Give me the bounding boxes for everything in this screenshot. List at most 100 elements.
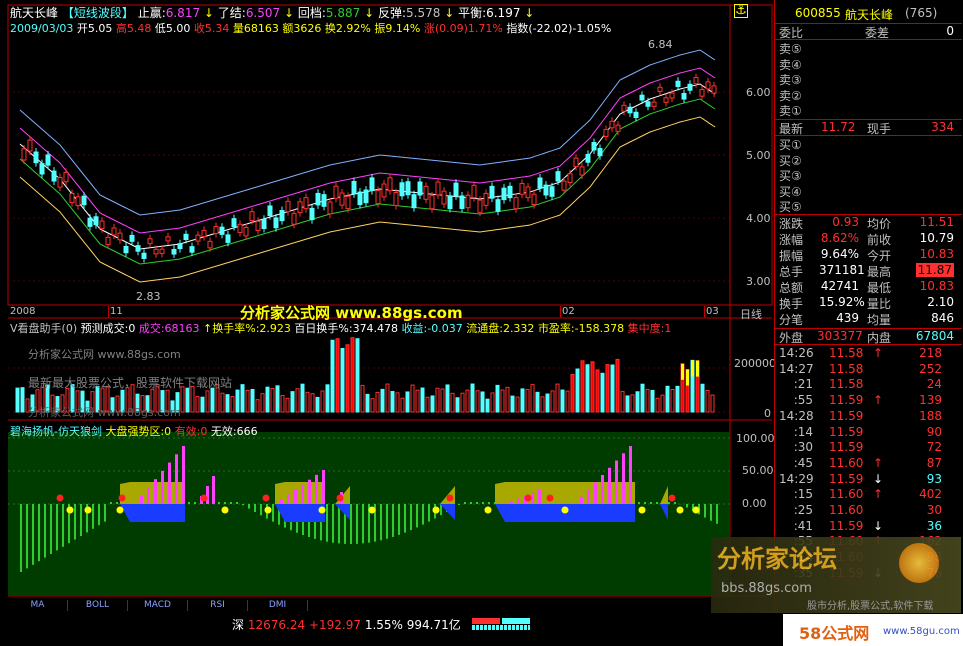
buy-row[interactable]: 买⑤ [775,198,962,214]
volume-bar [430,395,435,413]
period-label[interactable]: 【短线波段】 [62,6,134,20]
fenxijia-watermark: 分析家论坛 bbs.88gs.com 股市分析,股票公式,软件下载 [711,537,961,613]
volume-bar [460,392,465,413]
trough-price-label: 2.83 [136,290,161,303]
signal-spike [517,498,520,504]
volume-bar [555,383,560,413]
volume-bar [380,388,385,413]
fenxijia-url: bbs.88gs.com [721,581,812,596]
high-label: 高 [115,22,127,35]
close-label: 了结: [217,6,246,20]
indicator2-header: 碧海扬帆-仿天狼剑 大盘强势区:0 有效:0 无效:666 [10,423,258,439]
tick-arrow-icon: ↑ [873,455,884,470]
candle-body [111,227,117,236]
indicator2-name[interactable]: 碧海扬帆-仿天狼剑 [10,425,102,438]
buy-row[interactable]: 买① [775,136,962,152]
candle-body [555,171,561,182]
candle-body [561,180,567,191]
indicator-histogram-bar [398,504,400,535]
sell-row[interactable]: 卖① [775,102,962,118]
candle-body [543,184,549,196]
volume-bar [15,387,20,413]
tick-volume: 252 [919,361,942,376]
tick-time: :14 [793,424,813,439]
indicator-histogram-bar [272,504,274,522]
stat-value: 439 [836,311,859,325]
anchor-icon[interactable]: ⚓ [734,4,748,18]
sell-row[interactable]: 卖④ [775,56,962,72]
candle-body [87,217,93,227]
candle-body [603,129,609,137]
indicator-histogram-bar [458,504,460,506]
retrace-value: 5.887 [325,6,361,20]
candle-body [255,220,261,231]
stat-row: 涨跌 0.93 均价 11.51 [775,215,962,231]
sell-row[interactable]: 卖⑤ [775,40,962,56]
candle-body [27,139,33,152]
signal-spike [615,460,618,504]
weibi-label: 委比 [779,26,804,40]
candle-body [261,218,267,230]
volume-bar [325,384,330,413]
sell-label: 卖⑤ [779,42,802,56]
buy-label: 买① [779,138,802,152]
sell-label: 卖③ [779,73,802,87]
candle-body [507,185,513,199]
candle-body [357,191,363,206]
daily-line-label[interactable]: 日线 [740,306,762,322]
tick-time: 14:26 [779,346,814,360]
indicator-histogram-bar [50,504,52,554]
indicator-histogram-bar [716,504,718,524]
tick-price: 11.60 [829,503,864,517]
low-label: 低 [154,22,166,35]
tab-macd[interactable]: MACD [128,600,188,611]
signal-dot-red [668,494,676,502]
indicator-histogram-bar [44,504,46,558]
candle-body [597,148,603,157]
signal-spike [287,494,290,504]
peak-price-label: 6.84 [648,38,673,51]
tab-ma[interactable]: MA [8,600,68,611]
vol-axis-label: 200000 [734,357,776,370]
volume-bar [255,399,260,413]
candle-body [183,233,189,241]
candle-body [141,252,147,259]
stat-row: 总手 371181 最高 11.87 [775,263,962,279]
indicator-histogram-bar [362,504,364,544]
sell-row[interactable]: 卖② [775,87,962,103]
volume-bar [535,391,540,413]
quote-title: 600855 航天长峰 (765) [775,6,962,22]
volume-bar [585,364,590,413]
indicator-histogram-bar [656,502,658,504]
stat-value: 10.79 [919,231,954,245]
vol-indicator-name[interactable]: V看盘助手(0) [10,322,77,335]
float-value: 流通盘:2.332 [466,322,535,335]
buy-row[interactable]: 买③ [775,167,962,183]
buy-row[interactable]: 买④ [775,183,962,199]
volume-bar [650,389,655,413]
balance-value: 6.197 [486,6,521,20]
candle-body [471,184,477,199]
index-status[interactable]: 深 12676.24 +192.97 1.55% 994.71亿 [232,616,461,633]
candle-body [711,85,717,94]
sell-row[interactable]: 卖③ [775,71,962,87]
volume-bar [365,393,370,413]
signal-spike [154,479,157,504]
tab-rsi[interactable]: RSI [188,600,248,611]
brand-box[interactable]: 58公式网 www.58gu.com [783,614,963,646]
buy-row[interactable]: 买② [775,152,962,168]
tick-volume: 87 [926,455,942,470]
volume-bar [235,389,240,413]
volume-bar [670,388,675,413]
tick-time: :41 [793,518,813,533]
tab-boll[interactable]: BOLL [68,600,128,611]
volume-bar [675,385,680,413]
brand-logo: 58公式网 [799,624,870,643]
signal-dot-yellow [368,506,376,514]
tab-dmi[interactable]: DMI [248,600,308,611]
candle-body [63,171,69,183]
time-axis-label: 02 [562,306,575,317]
chart-area[interactable]: 航天长峰 【短线波段】 止赢:6.817 ↓ 了结:6.507 ↓ 回档:5.8… [0,0,776,612]
tick-price: 11.60 [829,487,864,502]
signal-dot-red [262,494,270,502]
